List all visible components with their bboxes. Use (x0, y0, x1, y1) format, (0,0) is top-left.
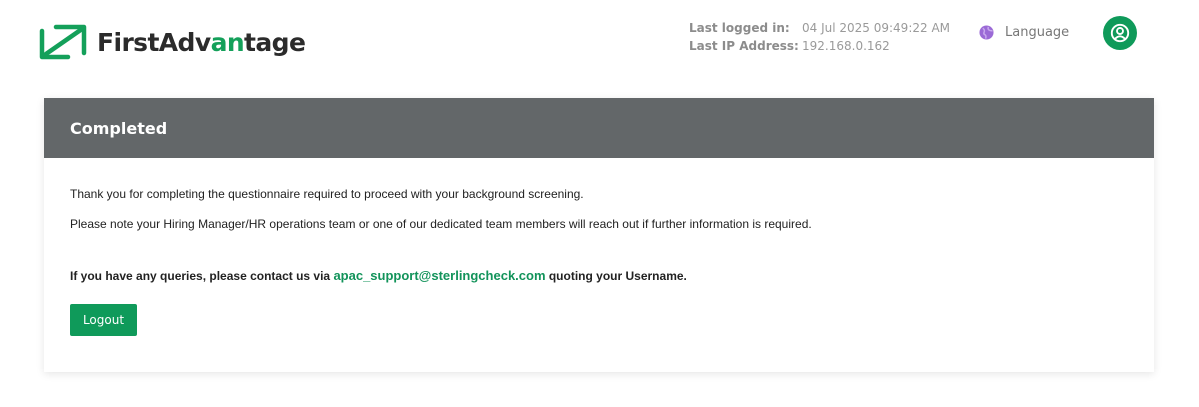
last-logged-in-value: 04 Jul 2025 09:49:22 AM (802, 21, 951, 35)
contact-prefix: If you have any queries, please contact … (70, 269, 334, 283)
logout-button[interactable]: Logout (70, 304, 137, 336)
top-header: FirstAdvantage Last logged in: 04 Jul 20… (0, 0, 1199, 80)
follow-up-message: Please note your Hiring Manager/HR opera… (70, 217, 812, 231)
user-profile-button[interactable] (1103, 16, 1137, 50)
card-header: Completed (44, 98, 1154, 158)
card-body: Thank you for completing the questionnai… (44, 158, 1154, 336)
completed-card: Completed Thank you for completing the q… (44, 98, 1154, 372)
contact-message: If you have any queries, please contact … (70, 268, 1154, 284)
logo-mark-icon (39, 24, 87, 60)
contact-suffix: quoting your Username. (545, 269, 687, 283)
first-advantage-logo[interactable]: FirstAdvantage (38, 22, 306, 62)
language-label: Language (1005, 25, 1070, 40)
support-email-link[interactable]: apac_support@sterlingcheck.com (333, 268, 545, 283)
user-circle-icon (1110, 23, 1130, 43)
card-title: Completed (70, 118, 168, 138)
login-info: Last logged in: 04 Jul 2025 09:49:22 AM … (689, 19, 950, 55)
globe-icon (979, 25, 994, 40)
last-ip-value: 192.168.0.162 (802, 39, 890, 53)
last-logged-in-label: Last logged in: (689, 21, 790, 35)
thank-you-message: Thank you for completing the questionnai… (70, 187, 584, 201)
logo-wordmark: FirstAdvantage (97, 27, 306, 57)
language-selector[interactable]: Language (979, 25, 1069, 40)
last-ip-label: Last IP Address: (689, 39, 799, 53)
